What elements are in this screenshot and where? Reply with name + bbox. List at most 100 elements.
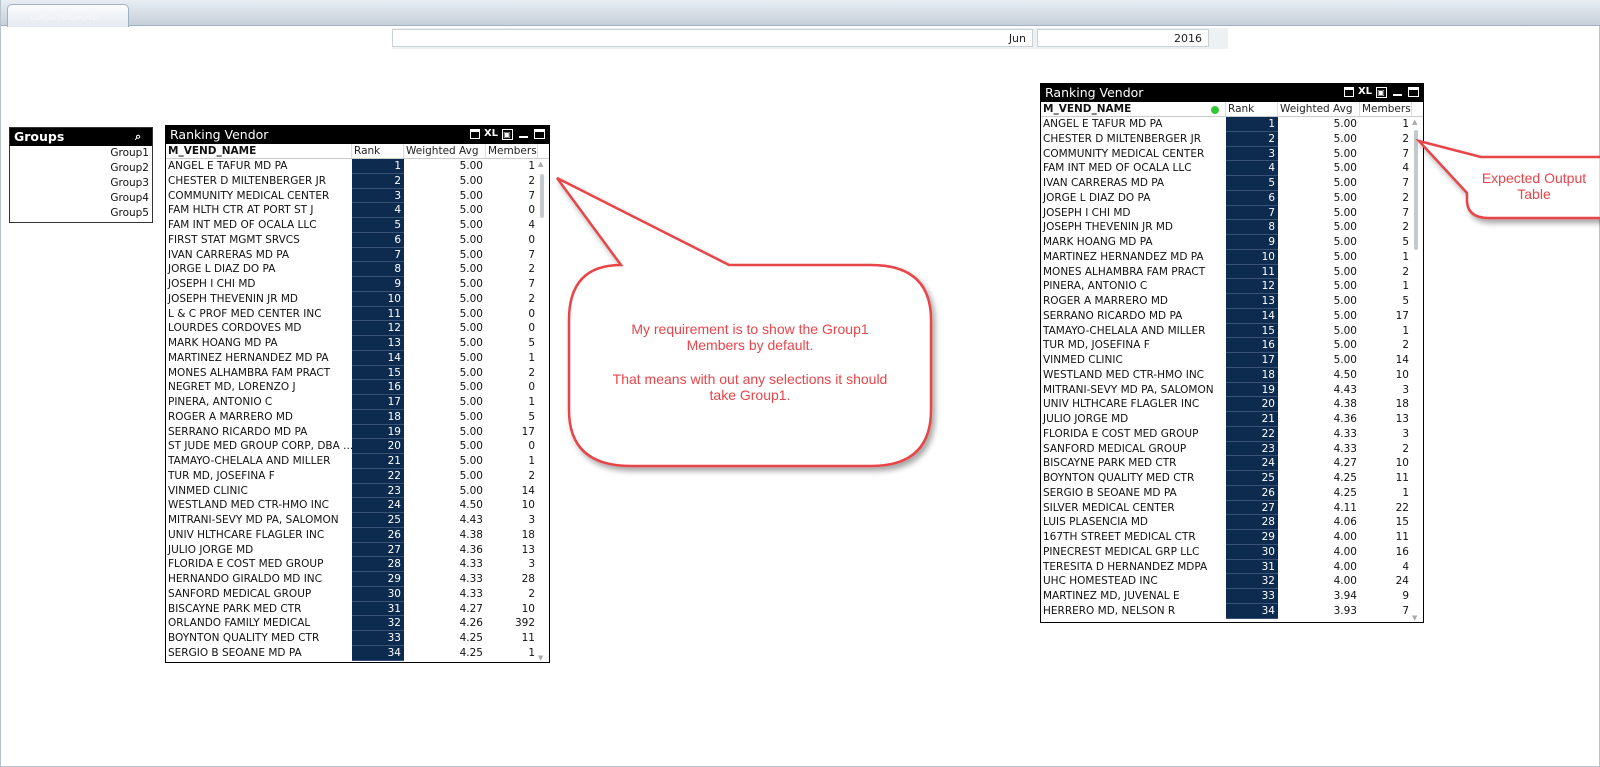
cell-members[interactable]: 1 xyxy=(486,454,538,469)
cell-weighted-avg[interactable]: 5.00 xyxy=(1278,220,1360,235)
cell-members[interactable]: 10 xyxy=(486,602,538,617)
cell-vendor-name[interactable]: ROGER A MARRERO MD xyxy=(166,410,352,425)
cell-rank[interactable]: 29 xyxy=(352,572,404,587)
cell-rank[interactable]: 19 xyxy=(352,424,404,440)
cell-vendor-name[interactable]: NEGRET MD, LORENZO J xyxy=(166,380,352,395)
table-row[interactable]: ROGER A MARRERO MD 18 5.00 5 xyxy=(166,409,549,425)
cell-members[interactable]: 392 xyxy=(486,616,538,631)
cell-vendor-name[interactable]: BISCAYNE PARK MED CTR xyxy=(1041,456,1226,471)
cell-weighted-avg[interactable]: 4.36 xyxy=(1278,412,1360,427)
cell-rank[interactable]: 32 xyxy=(1226,574,1278,589)
cell-vendor-name[interactable]: LUIS PLASENCIA MD xyxy=(1041,515,1226,530)
cell-rank[interactable]: 26 xyxy=(1226,485,1278,501)
cell-rank[interactable]: 5 xyxy=(1226,176,1278,191)
cell-members[interactable]: 2 xyxy=(1360,191,1412,206)
cell-weighted-avg[interactable]: 4.00 xyxy=(1278,574,1360,589)
table-row[interactable]: UHC HOMESTEAD INC 32 4.00 24 xyxy=(1041,574,1423,589)
cell-members[interactable]: 24 xyxy=(1360,574,1412,589)
print-icon[interactable] xyxy=(469,128,481,140)
cell-vendor-name[interactable]: JULIO JORGE MD xyxy=(1041,412,1226,427)
cell-weighted-avg[interactable]: 5.00 xyxy=(1278,353,1360,368)
cell-rank[interactable]: 11 xyxy=(352,306,404,322)
cell-weighted-avg[interactable]: 5.00 xyxy=(404,395,486,410)
cell-members[interactable]: 7 xyxy=(486,277,538,292)
cell-rank[interactable]: 33 xyxy=(352,631,404,646)
cell-weighted-avg[interactable]: 3.93 xyxy=(1278,604,1360,619)
cell-rank[interactable]: 16 xyxy=(1226,338,1278,353)
cell-vendor-name[interactable]: BOYNTON QUALITY MED CTR xyxy=(1041,471,1226,486)
cell-members[interactable]: 4 xyxy=(1360,161,1412,176)
cell-weighted-avg[interactable]: 5.00 xyxy=(404,189,486,204)
cell-members[interactable]: 14 xyxy=(486,484,538,499)
cell-weighted-avg[interactable]: 5.00 xyxy=(404,292,486,307)
print-icon[interactable] xyxy=(1343,86,1355,98)
table-row[interactable]: MARK HOANG MD PA 13 5.00 5 xyxy=(166,336,549,351)
table-row[interactable]: JOSEPH I CHI MD 9 5.00 7 xyxy=(166,277,549,292)
cell-rank[interactable]: 33 xyxy=(1226,589,1278,604)
cell-rank[interactable]: 34 xyxy=(1226,603,1278,619)
cell-vendor-name[interactable]: TUR MD, JOSEFINA F xyxy=(1041,338,1226,353)
cell-vendor-name[interactable]: VINMED CLINIC xyxy=(1041,353,1226,368)
cell-vendor-name[interactable]: UNIV HLTHCARE FLAGLER INC xyxy=(1041,397,1226,412)
cell-rank[interactable]: 27 xyxy=(1226,500,1278,516)
cell-members[interactable]: 0 xyxy=(486,307,538,322)
cell-weighted-avg[interactable]: 5.00 xyxy=(404,262,486,277)
cell-members[interactable]: 15 xyxy=(1360,515,1412,530)
cell-members[interactable]: 11 xyxy=(1360,530,1412,545)
cell-members[interactable]: 0 xyxy=(486,439,538,454)
scroll-down-icon[interactable]: ▼ xyxy=(1412,614,1417,622)
cell-members[interactable]: 0 xyxy=(486,321,538,336)
cell-weighted-avg[interactable]: 5.00 xyxy=(1278,132,1360,147)
cell-weighted-avg[interactable]: 5.00 xyxy=(1278,324,1360,339)
cell-weighted-avg[interactable]: 5.00 xyxy=(404,321,486,336)
cell-rank[interactable]: 18 xyxy=(1226,367,1278,383)
cell-rank[interactable]: 1 xyxy=(1226,117,1278,132)
table-row[interactable]: MONES ALHAMBRA FAM PRACT 15 5.00 2 xyxy=(166,365,549,381)
cell-members[interactable]: 9 xyxy=(1360,589,1412,604)
cell-vendor-name[interactable]: JORGE L DIAZ DO PA xyxy=(1041,191,1226,206)
cell-vendor-name[interactable]: TUR MD, JOSEFINA F xyxy=(166,469,352,484)
cell-vendor-name[interactable]: LOURDES CORDOVES MD xyxy=(166,321,352,336)
table-row[interactable]: FLORIDA E COST MED GROUP 28 4.33 3 xyxy=(166,557,549,572)
cell-vendor-name[interactable]: HERNANDO GIRALDO MD INC xyxy=(166,572,352,587)
cell-rank[interactable]: 11 xyxy=(1226,264,1278,280)
cell-members[interactable]: 17 xyxy=(486,425,538,440)
cell-rank[interactable]: 28 xyxy=(352,557,404,572)
table-row[interactable]: SANFORD MEDICAL GROUP 30 4.33 2 xyxy=(166,586,549,602)
cell-members[interactable]: 0 xyxy=(486,233,538,248)
scroll-down-icon[interactable]: ▼ xyxy=(538,654,543,662)
cell-vendor-name[interactable]: SERRANO RICARDO MD PA xyxy=(1041,309,1226,324)
cell-vendor-name[interactable]: BOYNTON QUALITY MED CTR xyxy=(166,631,352,646)
table-row[interactable]: L & C PROF MED CENTER INC 11 5.00 0 xyxy=(166,306,549,322)
table-row[interactable]: HERNANDO GIRALDO MD INC 29 4.33 28 xyxy=(166,572,549,587)
column-header-rank[interactable]: Rank xyxy=(1226,102,1278,116)
minimize-icon[interactable] xyxy=(517,128,529,140)
detach-icon[interactable]: ▣ xyxy=(501,128,513,140)
cell-weighted-avg[interactable]: 5.00 xyxy=(404,351,486,366)
table-row[interactable]: SERGIO B SEOANE MD PA 34 4.25 1 xyxy=(166,645,549,661)
cell-members[interactable]: 0 xyxy=(486,203,538,218)
cell-members[interactable]: 1 xyxy=(486,159,538,174)
cell-weighted-avg[interactable]: 5.00 xyxy=(404,425,486,440)
table-row[interactable]: JORGE L DIAZ DO PA 8 5.00 2 xyxy=(166,262,549,277)
cell-rank[interactable]: 27 xyxy=(352,542,404,558)
cell-rank[interactable]: 22 xyxy=(1226,426,1278,442)
cell-weighted-avg[interactable]: 5.00 xyxy=(1278,250,1360,265)
table-row[interactable]: UNIV HLTHCARE FLAGLER INC 26 4.38 18 xyxy=(166,527,549,543)
cell-members[interactable]: 16 xyxy=(1360,545,1412,560)
cell-members[interactable]: 10 xyxy=(1360,368,1412,383)
cell-rank[interactable]: 13 xyxy=(352,336,404,351)
cell-members[interactable]: 3 xyxy=(486,513,538,528)
cell-vendor-name[interactable]: SANFORD MEDICAL GROUP xyxy=(166,587,352,602)
cell-rank[interactable]: 15 xyxy=(352,365,404,381)
cell-rank[interactable]: 20 xyxy=(1226,397,1278,412)
cell-members[interactable]: 11 xyxy=(486,631,538,646)
cell-rank[interactable]: 21 xyxy=(352,454,404,469)
table-row[interactable]: TERESITA D HERNANDEZ MDPA 31 4.00 4 xyxy=(1041,559,1423,575)
cell-members[interactable]: 10 xyxy=(1360,456,1412,471)
cell-vendor-name[interactable]: ANGEL E TAFUR MD PA xyxy=(1041,117,1226,132)
cell-vendor-name[interactable]: JOSEPH I CHI MD xyxy=(1041,206,1226,221)
column-header-members[interactable]: Members xyxy=(486,144,538,158)
cell-weighted-avg[interactable]: 5.00 xyxy=(404,336,486,351)
month-selection-box[interactable]: Jun xyxy=(392,29,1033,47)
